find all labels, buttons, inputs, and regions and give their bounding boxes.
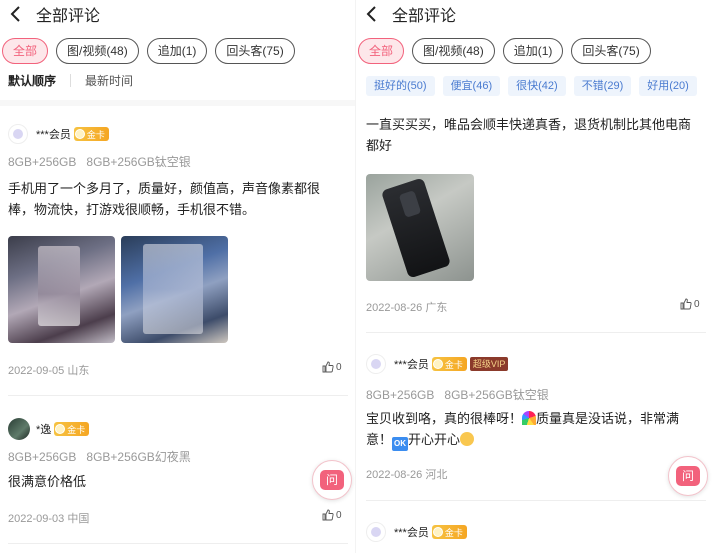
filter-tabs: 全部 图/视频(48) 追加(1) 回头客(75): [2, 38, 295, 64]
review-user: ***会员 金卡 超级VIP: [366, 354, 509, 374]
ask-label: 问: [320, 470, 344, 490]
tab-repeat-customer[interactable]: 回头客(75): [215, 38, 295, 64]
coin-icon: [74, 129, 85, 139]
coin-icon: [55, 424, 66, 434]
smile-icon: [460, 432, 475, 446]
avatar[interactable]: [8, 124, 28, 144]
ask-label: 问: [676, 466, 700, 486]
section-divider: [0, 100, 356, 106]
tag-chip[interactable]: 很快(42): [508, 76, 566, 96]
tag-chip[interactable]: 挺好的(50): [366, 76, 435, 96]
review-photo[interactable]: [366, 174, 474, 281]
username: ***会员: [394, 359, 429, 371]
review-date: 2022-08-26 河北: [366, 469, 448, 481]
tab-followup[interactable]: 追加(1): [502, 38, 564, 64]
review-photo[interactable]: [121, 236, 228, 343]
ok-icon: OK: [392, 437, 409, 451]
sort-default[interactable]: 默认顺序: [8, 72, 56, 89]
gold-card-badge: 金卡: [73, 127, 109, 141]
review-photo[interactable]: [8, 236, 115, 343]
review-user: *逸 金卡: [8, 418, 90, 440]
tab-repeat-customer[interactable]: 回头客(75): [571, 38, 651, 64]
tag-chip[interactable]: 便宜(46): [442, 76, 501, 96]
sort-divider: [70, 74, 72, 87]
thumbs-up-icon: [322, 361, 334, 373]
header: 全部评论: [356, 0, 712, 28]
avatar[interactable]: [366, 354, 386, 374]
username: ***会员: [36, 129, 71, 141]
back-arrow-icon[interactable]: [358, 0, 386, 28]
thumbs-up-icon: [322, 509, 334, 521]
username: ***会员: [394, 527, 429, 539]
coin-icon: [432, 359, 443, 369]
tag-chips: 挺好的(50) 便宜(46) 很快(42) 不错(29) 好用(20): [366, 76, 697, 96]
review-divider: [366, 500, 706, 501]
left-panel: 全部评论 全部 图/视频(48) 追加(1) 回头客(75) 默认顺序 最新时间…: [0, 0, 356, 553]
like-button[interactable]: 0: [322, 509, 342, 521]
ask-button[interactable]: 问: [668, 456, 708, 496]
tab-media[interactable]: 图/视频(48): [412, 38, 495, 64]
back-arrow-icon[interactable]: [2, 0, 30, 28]
tab-all[interactable]: 全部: [2, 38, 49, 64]
gold-card-badge: 金卡: [54, 422, 90, 436]
review-user: ***会员 金卡: [366, 522, 467, 542]
sort-bar: 默认顺序 最新时间: [8, 72, 133, 89]
right-panel: 全部评论 全部 图/视频(48) 追加(1) 回头客(75) 挺好的(50) 便…: [356, 0, 712, 553]
coin-icon: [432, 527, 443, 537]
tab-all[interactable]: 全部: [358, 38, 405, 64]
username: *逸: [36, 424, 52, 436]
header: 全部评论: [0, 0, 356, 28]
review-divider: [8, 543, 348, 544]
filter-tabs: 全部 图/视频(48) 追加(1) 回头客(75): [358, 38, 651, 64]
thumbs-up-icon: [680, 298, 692, 310]
sort-latest[interactable]: 最新时间: [85, 72, 133, 89]
review-user: ***会员 金卡: [8, 124, 109, 144]
tag-chip[interactable]: 不错(29): [573, 76, 632, 96]
rainbow-icon: [522, 411, 537, 425]
review-text: 一直买买买，唯品会顺丰快递真香，退货机制比其他电商都好: [366, 117, 692, 153]
like-button[interactable]: 0: [322, 361, 342, 373]
tab-media[interactable]: 图/视频(48): [56, 38, 139, 64]
tab-followup[interactable]: 追加(1): [146, 38, 208, 64]
page-title: 全部评论: [392, 8, 457, 25]
review-date: 2022-09-05 山东: [8, 365, 90, 377]
tag-chip[interactable]: 好用(20): [639, 76, 697, 96]
vip-badge: 超级VIP: [469, 357, 509, 371]
gold-card-badge: 金卡: [431, 525, 467, 539]
review-text: 宝贝收到咯，真的很棒呀！ 质量真是没话说，非常满意！ OK 开心开心: [366, 408, 700, 451]
review-text: 手机用了一个多月了，质量好，颜值高，声音像素都很棒，物流快，打游戏很顺畅，手机很…: [8, 181, 321, 217]
review-spec: 8GB+256GB 8GB+256GB钛空银: [366, 388, 549, 402]
gold-card-badge: 金卡: [431, 357, 467, 371]
avatar[interactable]: [8, 418, 30, 440]
review-date: 2022-08-26 广东: [366, 302, 448, 314]
review-text: 很满意价格低: [8, 474, 87, 489]
review-divider: [8, 395, 348, 396]
review-divider: [366, 332, 706, 333]
like-button[interactable]: 0: [680, 298, 700, 310]
ask-button[interactable]: 问: [312, 460, 352, 500]
review-spec: 8GB+256GB 8GB+256GB幻夜黑: [8, 450, 191, 464]
page-title: 全部评论: [36, 8, 101, 25]
avatar[interactable]: [366, 522, 386, 542]
review-spec: 8GB+256GB 8GB+256GB钛空银: [8, 155, 191, 169]
review-date: 2022-09-03 中国: [8, 513, 90, 525]
